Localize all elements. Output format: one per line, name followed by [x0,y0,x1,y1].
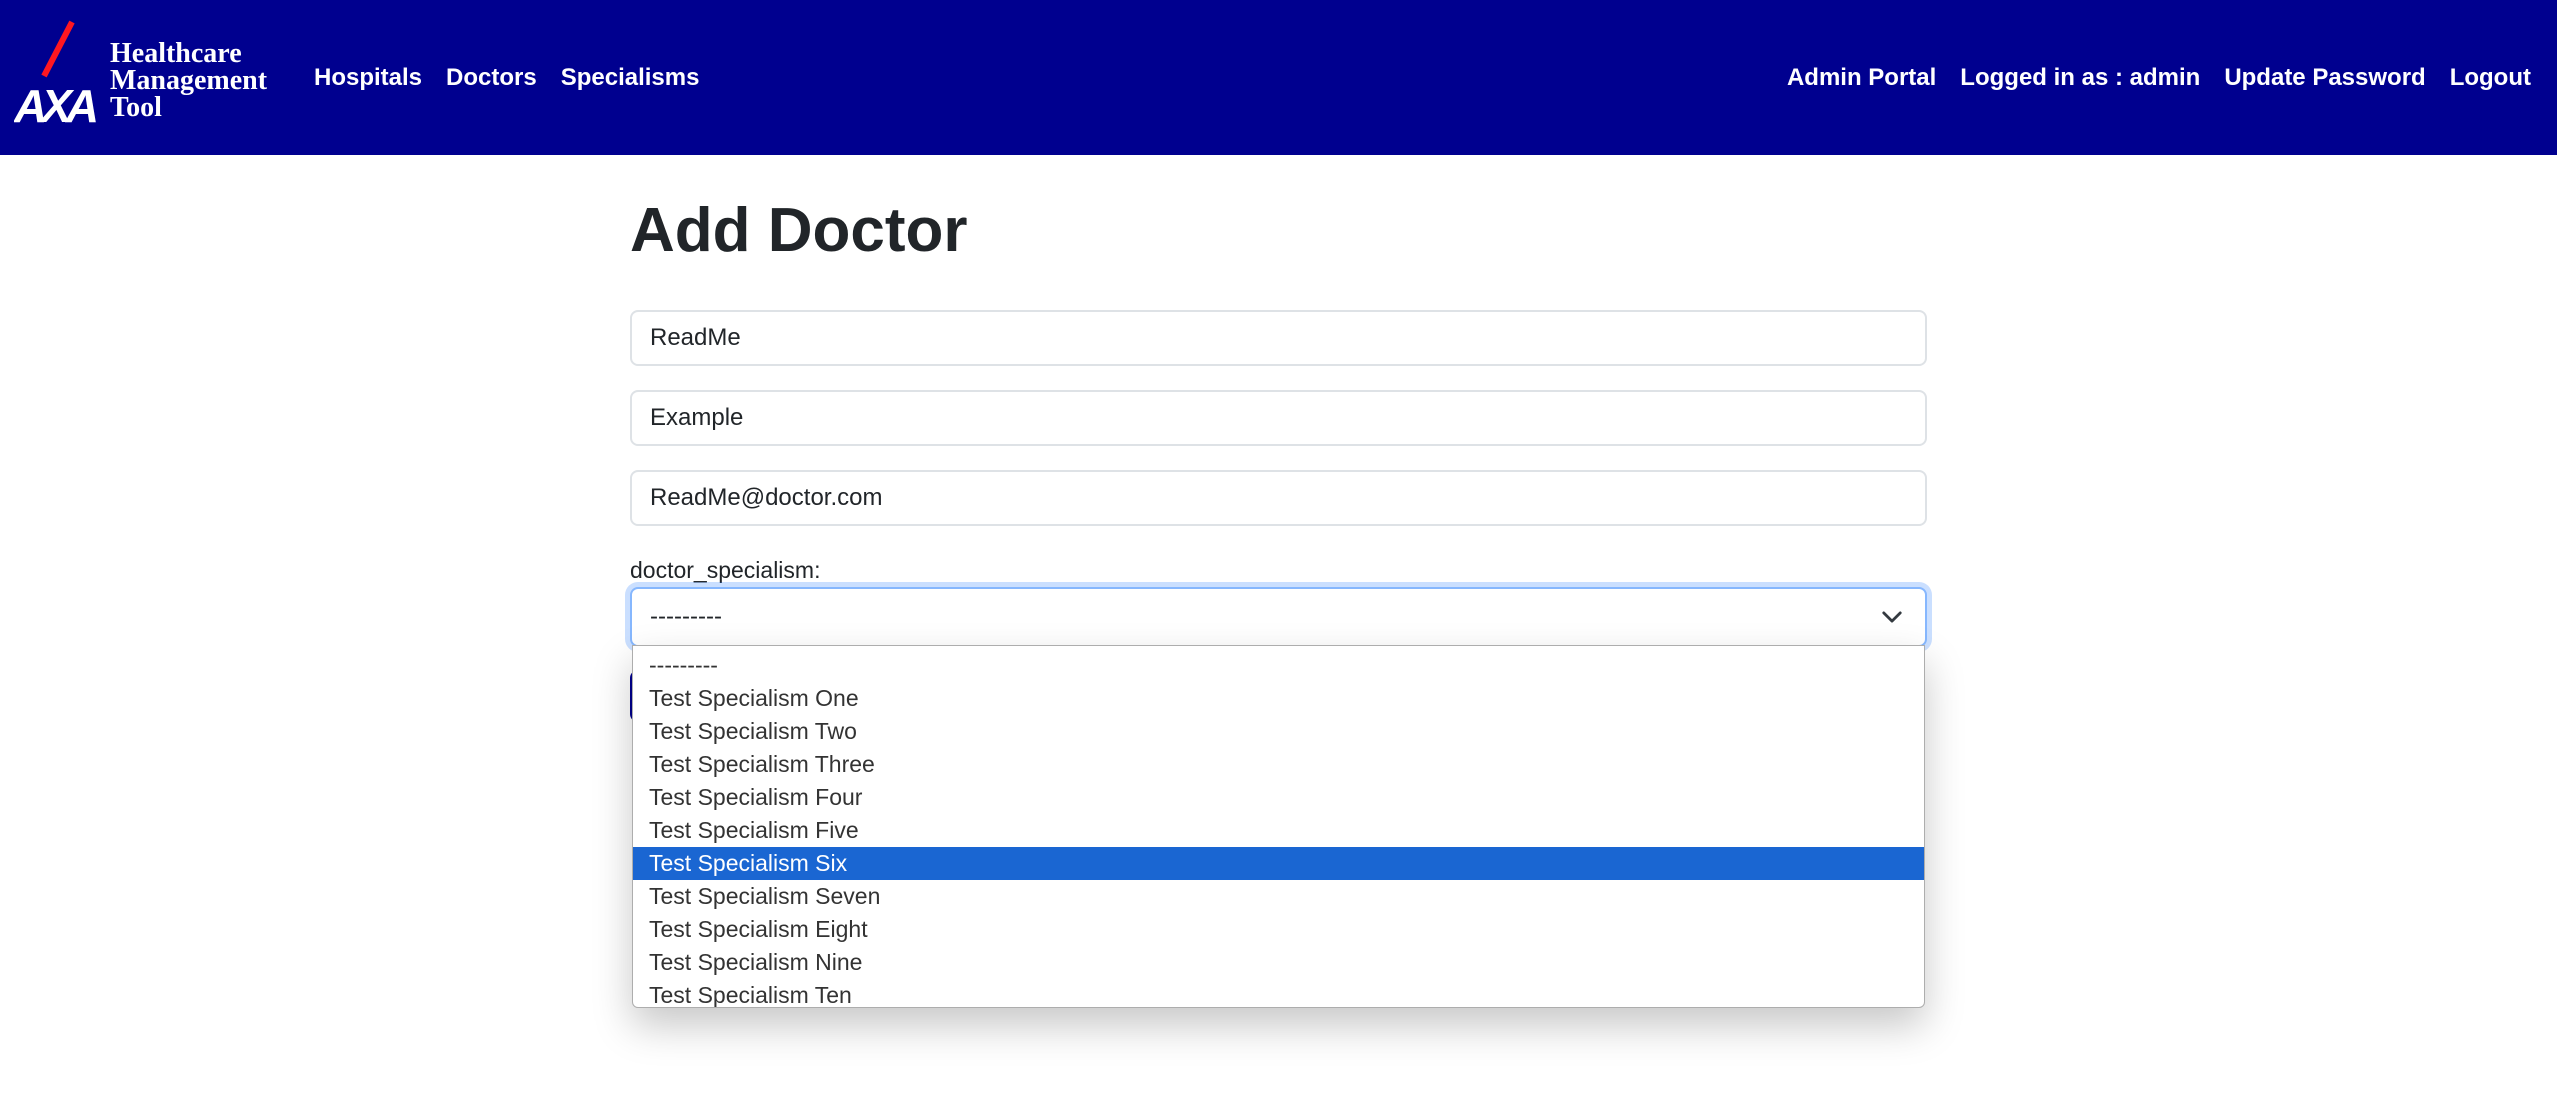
nav-left-group: Hospitals Doctors Specialisms [314,0,699,155]
dropdown-option[interactable]: Test Specialism Two [633,715,1924,748]
brand-title: Healthcare Management Tool [110,38,268,123]
dropdown-option[interactable]: Test Specialism Seven [633,880,1924,913]
nav-right-group: Admin Portal Logged in as : admin Update… [1787,0,2531,155]
dropdown-option[interactable]: Test Specialism Ten [633,979,1924,1007]
specialism-dropdown-list: --------- Test Specialism One Test Speci… [632,645,1925,1008]
dropdown-option[interactable]: Test Specialism Nine [633,946,1924,979]
nav-logged-in-user[interactable]: Logged in as : admin [1960,64,2200,92]
last-name-field[interactable]: Example [630,390,1927,446]
dropdown-option[interactable]: Test Specialism Four [633,781,1924,814]
nav-doctors-link[interactable]: Doctors [446,64,537,92]
brand-logo[interactable]: AXA Healthcare Management Tool [14,20,274,130]
nav-hospitals-link[interactable]: Hospitals [314,64,422,92]
top-navbar: AXA Healthcare Management Tool Hospitals… [0,0,2557,155]
nav-update-password-link[interactable]: Update Password [2224,64,2425,92]
dropdown-option[interactable]: Test Specialism One [633,682,1924,715]
specialism-label: doctor_specialism: [630,557,821,583]
page-title: Add Doctor [630,196,968,265]
first-name-field[interactable]: ReadMe [630,310,1927,366]
brand-title-line2: Management [110,65,268,96]
main-content: Add Doctor ReadMe Example ReadMe@doctor.… [630,155,1927,1008]
dropdown-option-highlighted[interactable]: Test Specialism Six [633,847,1924,880]
axa-logo-icon: AXA [14,20,102,130]
dropdown-option[interactable]: Test Specialism Eight [633,913,1924,946]
svg-text:AXA: AXA [14,80,96,130]
nav-admin-portal-link[interactable]: Admin Portal [1787,64,1936,92]
email-field[interactable]: ReadMe@doctor.com [630,470,1927,526]
specialism-select[interactable]: --------- [630,587,1927,647]
brand-title-line3: Tool [110,92,162,123]
dropdown-option[interactable]: --------- [633,649,1924,682]
nav-specialisms-link[interactable]: Specialisms [561,64,700,92]
nav-logout-link[interactable]: Logout [2450,64,2531,92]
chevron-down-icon [1882,611,1902,623]
dropdown-option[interactable]: Test Specialism Five [633,814,1924,847]
brand-title-line1: Healthcare [110,38,242,69]
dropdown-option[interactable]: Test Specialism Three [633,748,1924,781]
specialism-select-value: --------- [650,603,722,630]
